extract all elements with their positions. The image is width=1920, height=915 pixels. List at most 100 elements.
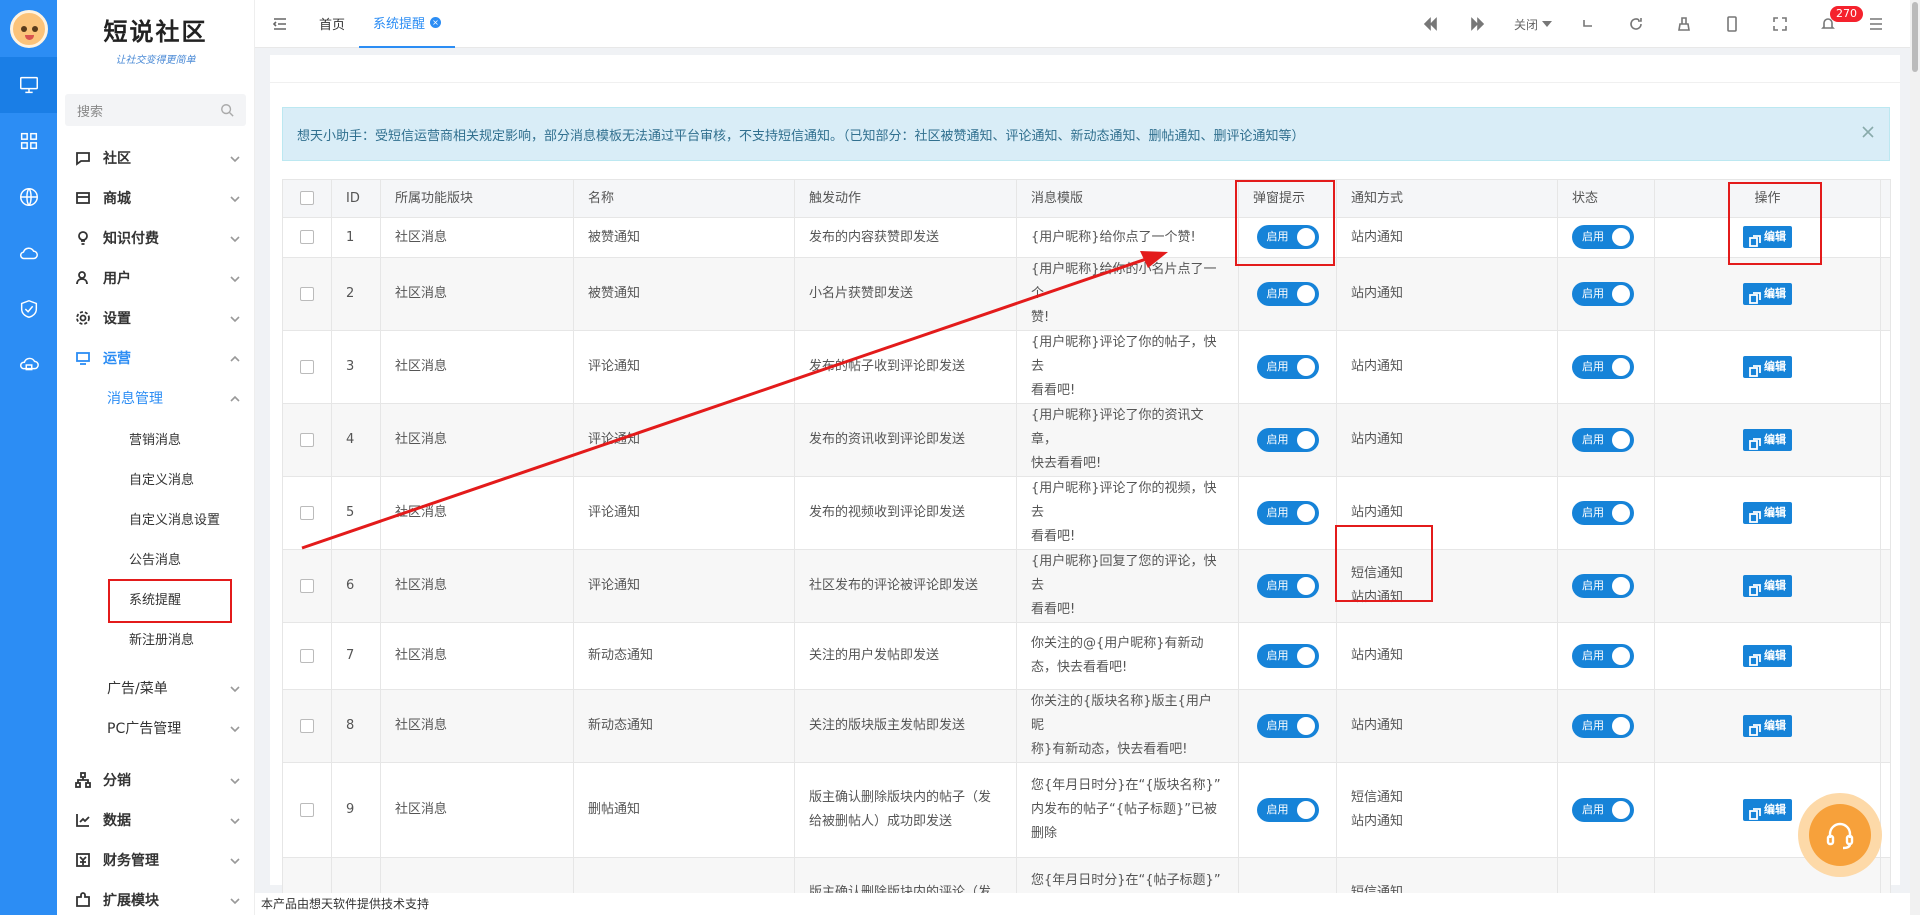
select-all-checkbox[interactable] (300, 191, 314, 205)
row-checkbox[interactable] (300, 505, 314, 520)
sidebar-item-marketing-message[interactable]: 营销消息 (57, 418, 254, 458)
row-checkbox[interactable] (300, 230, 314, 244)
status-toggle[interactable]: 启用 (1572, 500, 1634, 525)
table-row: 5 社区消息 评论通知 发布的视频收到评论即发送 {用户昵称}评论了你的视频，快去 看看… (282, 476, 1891, 550)
rail-desktop[interactable] (0, 57, 57, 113)
scrollbar-thumb[interactable] (1912, 2, 1918, 72)
tab-close-icon[interactable]: × (430, 17, 442, 28)
edit-button[interactable]: 编辑 (1743, 574, 1792, 597)
app-logo[interactable] (0, 0, 57, 57)
row-checkbox[interactable] (300, 359, 314, 374)
popup-toggle[interactable]: 启用 (1256, 427, 1319, 452)
status-toggle[interactable]: 启用 (1572, 643, 1634, 668)
edit-button[interactable]: 编辑 (1743, 226, 1792, 248)
search-input[interactable]: 搜索 (65, 94, 246, 126)
sidebar-item-finance[interactable]: 财务管理 (57, 840, 254, 880)
edit-button[interactable]: 编辑 (1743, 798, 1792, 821)
scroll-left-button[interactable] (1406, 0, 1454, 48)
sidebar-item-announcement[interactable]: 公告消息 (57, 538, 254, 578)
sidebar-item-pc-ads[interactable]: PC广告管理 (57, 708, 254, 748)
customer-service-button[interactable] (1798, 793, 1882, 877)
sidebar-item-operations[interactable]: 运营 (57, 338, 254, 378)
edit-button[interactable]: 编辑 (1743, 644, 1792, 667)
fullscreen-button[interactable] (1756, 0, 1804, 48)
cell-name: 评论通知 (573, 330, 795, 404)
row-checkbox[interactable] (300, 802, 314, 817)
popup-toggle[interactable]: 启用 (1256, 573, 1319, 598)
broom-icon (1678, 17, 1690, 31)
row-select-cell (282, 476, 332, 550)
cell-name: 被赞通知 (573, 257, 795, 331)
clear-cache-button[interactable] (1660, 0, 1708, 48)
row-checkbox[interactable] (300, 578, 314, 593)
bulb-icon (78, 231, 88, 245)
sidebar-item-message-management[interactable]: 消息管理 (57, 378, 254, 418)
more-menu-button[interactable] (1852, 0, 1900, 48)
popup-toggle[interactable]: 启用 (1256, 354, 1319, 379)
alert-close-button[interactable] (1861, 125, 1875, 139)
status-toggle[interactable]: 启用 (1572, 427, 1634, 452)
sidebar-item-extensions[interactable]: 扩展模块 (57, 880, 254, 915)
sidebar-toggle[interactable] (255, 16, 305, 32)
edit-button[interactable]: 编辑 (1743, 501, 1792, 524)
popup-toggle[interactable]: 启用 (1256, 500, 1319, 525)
popup-toggle[interactable]: 启用 (1256, 797, 1319, 822)
sidebar-item-custom-message[interactable]: 自定义消息 (57, 458, 254, 498)
status-toggle[interactable]: 启用 (1572, 713, 1634, 738)
sidebar-item-community[interactable]: 社区 (57, 138, 254, 178)
cell-id: 2 (331, 257, 381, 331)
tab-home[interactable]: 首页 (305, 0, 359, 48)
popup-toggle[interactable]: 启用 (1256, 225, 1319, 249)
popup-toggle[interactable]: 启用 (1256, 281, 1319, 306)
scroll-right-button[interactable] (1454, 0, 1502, 48)
sidebar-item-store[interactable]: 商城 (57, 178, 254, 218)
cell-popup: 启用 (1238, 762, 1337, 858)
sidebar-item-label: 商城 (103, 191, 131, 207)
popup-toggle[interactable]: 启用 (1256, 713, 1319, 738)
status-toggle[interactable]: 启用 (1572, 573, 1634, 598)
edit-button[interactable]: 编辑 (1743, 282, 1792, 305)
notifications-button[interactable]: 270 (1804, 0, 1863, 48)
rail-cloud-server[interactable] (0, 337, 57, 393)
row-checkbox[interactable] (300, 648, 314, 663)
row-checkbox[interactable] (300, 286, 314, 301)
close-tabs-dropdown[interactable]: 关闭 (1502, 16, 1564, 33)
status-toggle[interactable]: 启用 (1572, 281, 1634, 306)
table-spacer (1880, 476, 1891, 550)
table-row: 3 社区消息 评论通知 发布的帖子收到评论即发送 {用户昵称}评论了你的帖子，快去 看看… (282, 330, 1891, 404)
edit-button[interactable]: 编辑 (1743, 355, 1792, 378)
page-scrollbar[interactable] (1910, 0, 1920, 915)
row-checkbox[interactable] (300, 718, 314, 733)
rail-grid[interactable] (0, 113, 57, 169)
row-select-cell (282, 403, 332, 477)
rail-shield[interactable] (0, 281, 57, 337)
sidebar-item-data[interactable]: 数据 (57, 800, 254, 840)
sidebar-item-users[interactable]: 用户 (57, 258, 254, 298)
popup-toggle[interactable]: 启用 (1256, 643, 1319, 668)
back-button[interactable] (1564, 0, 1612, 48)
sidebar-item-label: 运营 (103, 351, 131, 367)
cell-template: {用户昵称}回复了您的评论，快去 看看吧! (1016, 549, 1239, 623)
sidebar-item-ads-menu[interactable]: 广告/菜单 (57, 668, 254, 708)
mobile-preview-button[interactable] (1708, 0, 1756, 48)
chevron-down-icon (230, 726, 240, 733)
rail-cloud[interactable] (0, 225, 57, 281)
edit-button[interactable]: 编辑 (1743, 428, 1792, 451)
edit-button[interactable]: 编辑 (1743, 714, 1792, 737)
sidebar-item-knowledge[interactable]: 知识付费 (57, 218, 254, 258)
row-checkbox[interactable] (300, 432, 314, 447)
rail-globe[interactable] (0, 169, 57, 225)
tab-system-reminder[interactable]: 系统提醒 × (359, 0, 456, 48)
sidebar-item-settings[interactable]: 设置 (57, 298, 254, 338)
status-toggle[interactable]: 启用 (1572, 225, 1634, 249)
sidebar-item-system-reminder[interactable]: 系统提醒 (57, 578, 254, 623)
sidebar-item-distribution[interactable]: 分销 (57, 760, 254, 800)
row-select-cell (282, 330, 332, 404)
edit-label: 编辑 (1764, 432, 1786, 446)
toggle-label: 启用 (1582, 505, 1604, 519)
status-toggle[interactable]: 启用 (1572, 354, 1634, 379)
status-toggle[interactable]: 启用 (1572, 797, 1634, 822)
refresh-button[interactable] (1612, 0, 1660, 48)
sidebar-item-custom-message-settings[interactable]: 自定义消息设置 (57, 498, 254, 538)
sidebar-item-new-register-message[interactable]: 新注册消息 (57, 618, 254, 658)
